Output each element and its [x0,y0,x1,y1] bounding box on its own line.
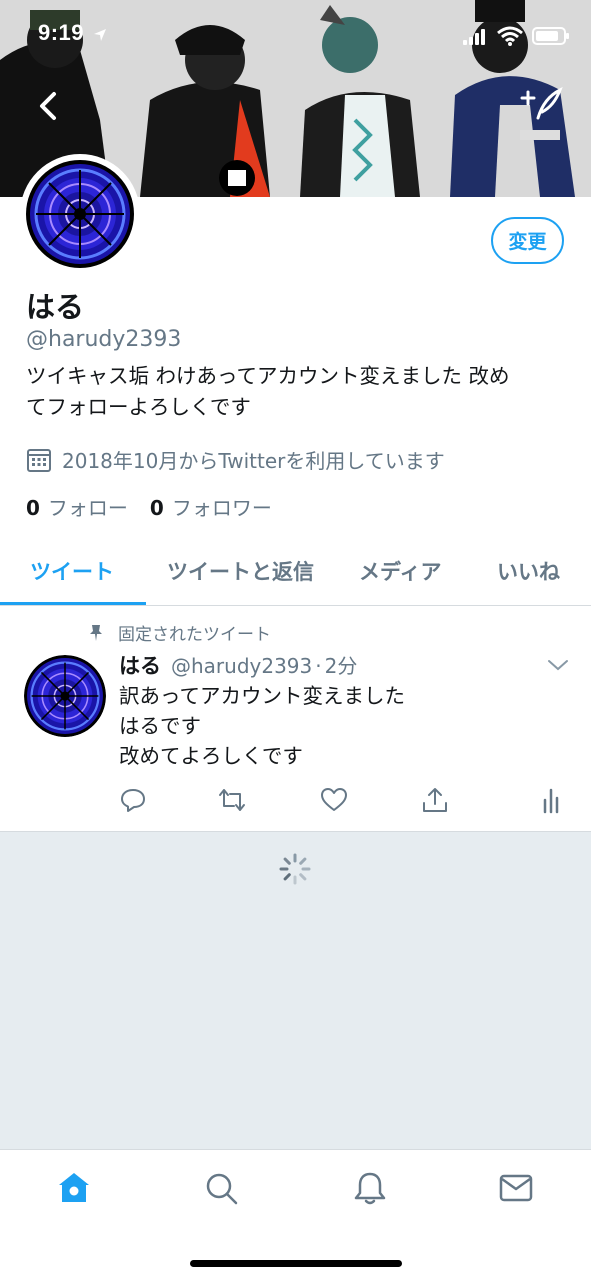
tweet-text-line: 改めてよろしくです [119,744,303,768]
pinned-tweet-label: 固定されたツイート [88,620,271,645]
tweet-avatar[interactable] [24,655,106,737]
chevron-left-icon [40,92,56,120]
nav-search[interactable] [203,1170,243,1210]
home-icon [59,1173,89,1202]
followers-label: フォロワー [171,496,272,520]
tab-likes[interactable]: いいね [497,556,560,586]
tweet-separator: · [315,654,322,678]
retweet-button[interactable] [218,786,252,820]
home-indicator[interactable] [190,1260,402,1267]
bio-line: てフォローよろしくです [26,395,251,419]
analytics-button[interactable] [537,786,571,820]
avatar-mandala-image [26,160,134,268]
following-label: フォロー [47,496,128,520]
bottom-navigation [0,1149,591,1280]
nav-messages[interactable] [498,1170,538,1210]
share-button[interactable] [421,786,455,820]
loading-spinner-icon [279,853,311,885]
share-icon [423,788,447,812]
chevron-down-icon[interactable] [547,658,569,672]
following-count: 0 [26,496,40,520]
profile-tabs: ツイート ツイートと返信 メディア いいね [0,540,591,606]
analytics-icon [543,788,559,814]
mail-icon [499,1174,533,1202]
joined-text: 2018年10月からTwitterを利用しています [62,449,445,473]
avatar-mandala-image [24,655,106,737]
followers-stat[interactable]: 0 フォロワー [150,492,272,521]
retweet-icon [219,789,245,811]
nav-notifications[interactable] [352,1170,392,1210]
compose-tweet-button[interactable] [520,84,564,124]
joined-date: 2018年10月からTwitterを利用しています [26,445,445,474]
following-stat[interactable]: 0 フォロー [26,492,128,521]
reply-button[interactable] [119,786,153,820]
tweet-timestamp: 2分 [324,654,358,678]
tweet-text-line: 訳あってアカウント変えました [119,684,405,708]
pin-icon [90,624,102,641]
tab-media[interactable]: メディア [359,556,442,586]
followers-count: 0 [149,496,164,520]
status-time: 9:19 [38,20,85,45]
wifi-icon [497,26,523,46]
tweet-author-handle[interactable]: @harudy2393 [171,654,312,678]
nav-home[interactable] [56,1170,96,1210]
tweet-actions [0,786,591,822]
profile-bio: ツイキャス垢 わけあってアカウント変えました 改め てフォローよろしくです [26,361,566,423]
tweet-text-line: はるです [119,714,201,738]
profile-handle: @harudy2393 [26,327,182,352]
profile-display-name: はる [26,290,85,324]
like-button[interactable] [320,786,354,820]
compose-tweet-icon [520,86,563,120]
status-bar: 9:19 [0,0,591,72]
heart-icon [321,788,347,811]
tab-tweets-and-replies[interactable]: ツイートと返信 [167,556,314,586]
feed-loading-area [0,831,591,1149]
pinned-text: 固定されたツイート [118,625,271,645]
location-arrow-icon [94,29,106,41]
reply-icon [121,789,145,812]
calendar-icon [27,448,51,472]
edit-profile-button[interactable]: 変更 [491,217,564,264]
cellular-signal-icon [463,29,485,45]
active-tab-indicator [0,602,146,605]
battery-icon [532,27,569,45]
bio-line: ツイキャス垢 わけあってアカウント変えました 改め [26,364,510,388]
bell-icon [354,1172,386,1205]
search-icon [206,1173,238,1205]
follow-stats: 0 フォロー 0 フォロワー [26,492,294,521]
back-button[interactable] [30,86,66,126]
tweet-header: はる @harudy2393 · 2分 [119,650,357,680]
tab-tweets[interactable]: ツイート [30,556,114,586]
tweet-author-name[interactable]: はる [119,650,161,680]
tweet-text: 訳あってアカウント変えました はるです 改めてよろしくです [119,681,405,771]
profile-avatar[interactable] [20,154,140,274]
